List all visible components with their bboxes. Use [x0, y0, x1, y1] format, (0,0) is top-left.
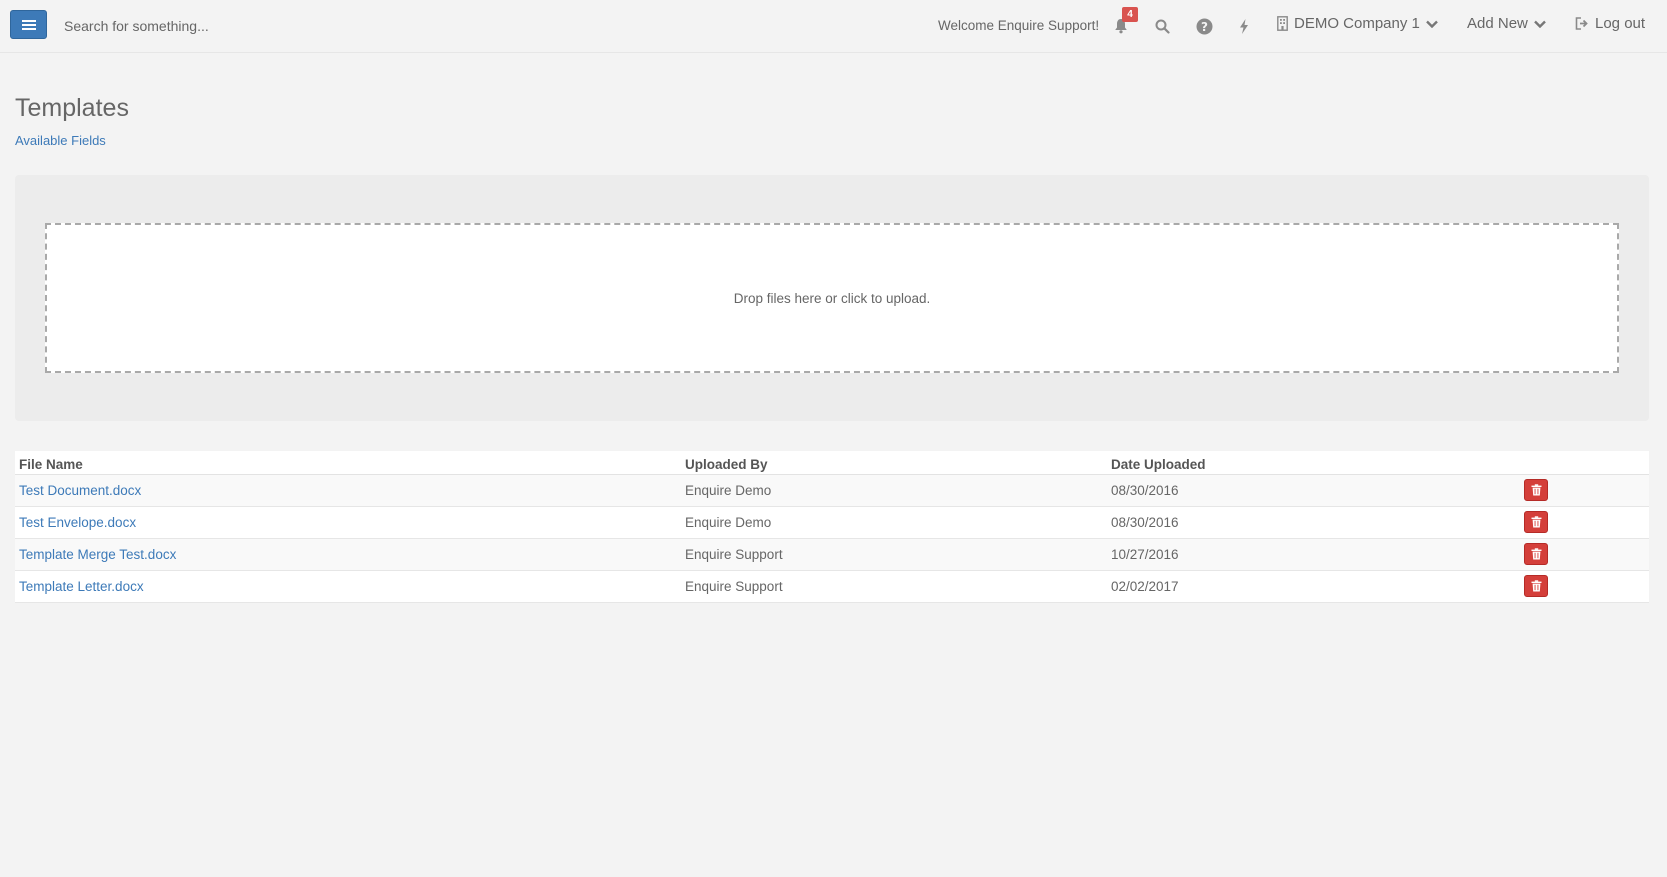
quick-actions-button[interactable] [1233, 15, 1255, 37]
date-uploaded-cell: 02/02/2017 [1107, 570, 1520, 603]
company-dropdown[interactable]: DEMO Company 1 [1277, 15, 1438, 32]
trash-icon [1531, 580, 1541, 592]
table-header-row: File Name Uploaded By Date Uploaded [15, 451, 1649, 475]
templates-table: File Name Uploaded By Date Uploaded Test… [15, 451, 1649, 603]
dropzone-message: Drop files here or click to upload. [733, 290, 931, 306]
column-header-file-name: File Name [15, 451, 681, 475]
column-header-uploaded-by: Uploaded By [681, 451, 1107, 475]
menu-icon [21, 19, 36, 30]
search-icon [1155, 19, 1170, 34]
uploaded-by-cell: Enquire Support [681, 570, 1107, 603]
file-name-link[interactable]: Test Envelope.docx [19, 515, 136, 530]
delete-button[interactable] [1524, 543, 1548, 565]
help-icon: ? [1196, 18, 1212, 34]
chevron-down-icon [1426, 20, 1438, 28]
upload-panel: Drop files here or click to upload. [15, 175, 1649, 421]
date-uploaded-cell: 10/27/2016 [1107, 538, 1520, 571]
add-new-label: Add New [1467, 15, 1528, 32]
welcome-text: Welcome Enquire Support! [938, 18, 1100, 33]
trash-icon [1531, 484, 1541, 496]
logout-label: Log out [1595, 15, 1646, 32]
delete-button[interactable] [1524, 511, 1548, 533]
uploaded-by-cell: Enquire Demo [681, 506, 1107, 539]
logout-icon [1575, 17, 1588, 30]
chevron-down-icon [1534, 20, 1546, 28]
available-fields-link[interactable]: Available Fields [15, 133, 106, 148]
table-row: Template Letter.docx Enquire Support 02/… [15, 570, 1649, 603]
add-new-dropdown[interactable]: Add New [1467, 15, 1546, 32]
company-label: DEMO Company 1 [1294, 15, 1420, 32]
column-header-actions [1520, 451, 1649, 475]
table-row: Test Document.docx Enquire Demo 08/30/20… [15, 474, 1649, 507]
svg-text:?: ? [1201, 19, 1208, 33]
file-dropzone[interactable]: Drop files here or click to upload. [45, 223, 1619, 373]
file-name-link[interactable]: Template Letter.docx [19, 579, 144, 594]
uploaded-by-cell: Enquire Support [681, 538, 1107, 571]
delete-button[interactable] [1524, 479, 1548, 501]
table-row: Template Merge Test.docx Enquire Support… [15, 538, 1649, 571]
file-name-link[interactable]: Test Document.docx [19, 483, 141, 498]
top-navbar: Welcome Enquire Support! 4 ? DEMO [0, 0, 1667, 53]
bolt-icon [1240, 18, 1248, 34]
trash-icon [1531, 516, 1541, 528]
date-uploaded-cell: 08/30/2016 [1107, 506, 1520, 539]
table-row: Test Envelope.docx Enquire Demo 08/30/20… [15, 506, 1649, 539]
date-uploaded-cell: 08/30/2016 [1107, 474, 1520, 507]
trash-icon [1531, 548, 1541, 560]
search-button[interactable] [1151, 15, 1173, 37]
file-name-link[interactable]: Template Merge Test.docx [19, 547, 176, 562]
building-icon [1277, 16, 1288, 31]
help-button[interactable]: ? [1193, 15, 1215, 37]
notification-count-badge: 4 [1122, 7, 1138, 22]
delete-button[interactable] [1524, 575, 1548, 597]
search-input[interactable] [64, 14, 444, 38]
column-header-date-uploaded: Date Uploaded [1107, 451, 1520, 475]
uploaded-by-cell: Enquire Demo [681, 474, 1107, 507]
menu-toggle-button[interactable] [10, 10, 47, 39]
page-title: Templates [15, 94, 129, 122]
logout-link[interactable]: Log out [1575, 15, 1645, 32]
